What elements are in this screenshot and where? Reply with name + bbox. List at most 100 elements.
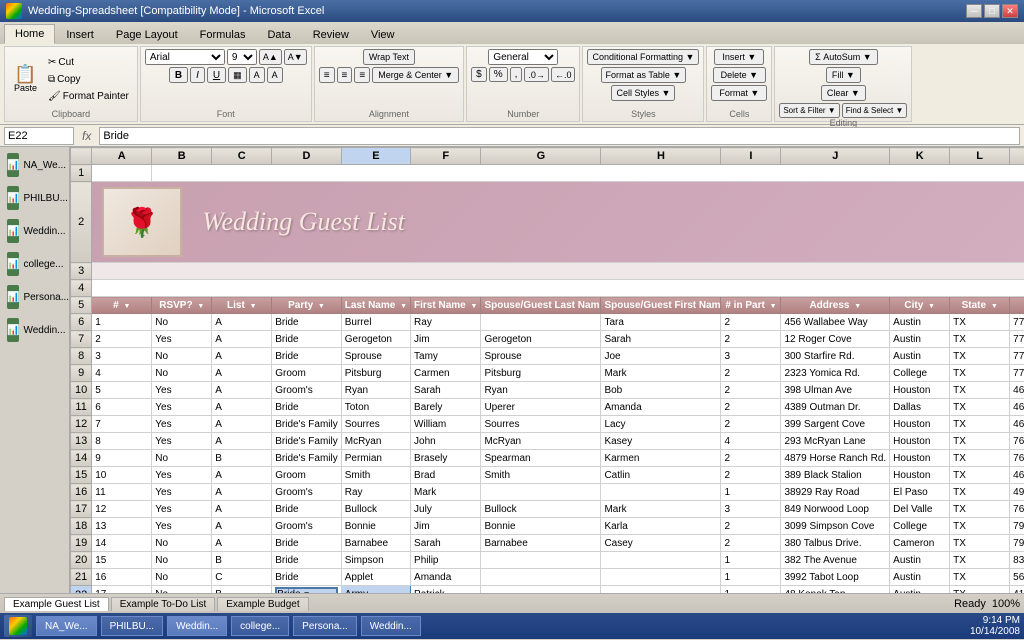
taskbar-item-philbu[interactable]: PHILBU...	[101, 616, 163, 636]
col-header-city[interactable]: City ▼	[890, 297, 950, 314]
col-h[interactable]: H	[601, 148, 721, 165]
percent-button[interactable]: %	[489, 67, 508, 82]
col-m[interactable]: M	[1010, 148, 1024, 165]
filter-arrow-num[interactable]: ▼	[123, 303, 130, 310]
taskbar-item-weddin2[interactable]: Weddin...	[361, 616, 421, 636]
font-name-select[interactable]: Arial	[145, 49, 225, 65]
align-right-button[interactable]: ≡	[354, 67, 370, 83]
border-button[interactable]: ▦	[228, 67, 247, 83]
taskbar-item-persona[interactable]: Persona...	[293, 616, 357, 636]
cell-list[interactable]: A	[212, 314, 272, 331]
format-painter-button[interactable]: 🖌 Format Painter	[44, 89, 133, 104]
decrease-decimal-button[interactable]: ←.0	[551, 67, 576, 82]
cell-first[interactable]: Ray	[411, 314, 481, 331]
cell-party[interactable]: Bride	[272, 314, 341, 331]
copy-button[interactable]: ⧉ Copy	[44, 72, 133, 87]
format-cell-button[interactable]: Format ▼	[711, 85, 767, 101]
cell-city[interactable]: Austin	[890, 314, 950, 331]
filter-arrow-address[interactable]: ▼	[854, 303, 861, 310]
filter-arrow-city[interactable]: ▼	[928, 303, 935, 310]
sidebar-item-nawe[interactable]: 📊 NA_We...	[2, 149, 67, 181]
delete-cell-button[interactable]: Delete ▼	[713, 67, 766, 83]
cell-last[interactable]: Burrel	[341, 314, 410, 331]
find-select-button[interactable]: Find & Select ▼	[842, 103, 908, 118]
tab-data[interactable]: Data	[256, 24, 301, 44]
filter-arrow-party[interactable]: ▼	[318, 303, 325, 310]
number-format-select[interactable]: General	[488, 49, 558, 65]
currency-button[interactable]: $	[471, 67, 487, 82]
increase-decimal-button[interactable]: .0→	[524, 67, 549, 82]
underline-button[interactable]: U	[207, 67, 226, 83]
col-header-rsvp[interactable]: RSVP? ▼	[152, 297, 212, 314]
cell-row3[interactable]	[92, 263, 1024, 280]
tab-budget[interactable]: Example Budget	[217, 597, 308, 611]
cell-zip[interactable]: 77840	[1010, 314, 1024, 331]
tab-guest-list[interactable]: Example Guest List	[4, 597, 109, 611]
col-header-address[interactable]: Address ▼	[781, 297, 890, 314]
paste-button[interactable]: 📋 Paste	[9, 62, 42, 96]
taskbar-item-weddin[interactable]: Weddin...	[167, 616, 227, 636]
cell-b1-wide[interactable]	[152, 165, 1024, 182]
dropdown-cell-e22[interactable]: Bride ▼ Bride Bride's Family Groom Groom…	[272, 586, 341, 594]
clear-button[interactable]: Clear ▼	[821, 85, 866, 101]
col-g[interactable]: G	[481, 148, 601, 165]
tab-insert[interactable]: Insert	[55, 24, 105, 44]
taskbar-item-nawe[interactable]: NA_We...	[36, 616, 97, 636]
col-header-count[interactable]: # in Part ▼	[721, 297, 781, 314]
cell-a1[interactable]	[92, 165, 152, 182]
cut-button[interactable]: ✂ Cut	[44, 55, 133, 70]
col-header-last[interactable]: Last Name ▼	[341, 297, 410, 314]
filter-arrow-first[interactable]: ▼	[471, 303, 478, 310]
col-i[interactable]: I	[721, 148, 781, 165]
italic-button[interactable]: I	[190, 67, 205, 83]
cell-row4[interactable]	[92, 280, 1024, 297]
restore-button[interactable]: □	[984, 4, 1000, 18]
col-header-sfirst[interactable]: Spouse/Guest First Name ▼	[601, 297, 721, 314]
tab-review[interactable]: Review	[302, 24, 360, 44]
col-c[interactable]: C	[212, 148, 272, 165]
sidebar-item-persona[interactable]: 📊 Persona...	[2, 281, 67, 313]
col-header-list[interactable]: List ▼	[212, 297, 272, 314]
col-l[interactable]: L	[950, 148, 1010, 165]
col-header-state[interactable]: State ▼	[950, 297, 1010, 314]
cell-num[interactable]: 1	[92, 314, 152, 331]
merge-center-button[interactable]: Merge & Center ▼	[372, 67, 459, 83]
tab-view[interactable]: View	[360, 24, 406, 44]
bold-button[interactable]: B	[169, 67, 188, 83]
font-color-button[interactable]: A	[267, 67, 283, 83]
decrease-font-button[interactable]: A▼	[284, 49, 307, 65]
taskbar-item-college[interactable]: college...	[231, 616, 289, 636]
cell-state[interactable]: TX	[950, 314, 1010, 331]
filter-arrow-rsvp[interactable]: ▼	[197, 303, 204, 310]
align-left-button[interactable]: ≡	[319, 67, 335, 83]
align-center-button[interactable]: ≡	[337, 67, 353, 83]
col-b[interactable]: B	[152, 148, 212, 165]
fill-button[interactable]: Fill ▼	[826, 67, 861, 83]
tab-todo-list[interactable]: Example To-Do List	[111, 597, 216, 611]
col-f[interactable]: F	[411, 148, 481, 165]
col-j[interactable]: J	[781, 148, 890, 165]
col-a[interactable]: A	[92, 148, 152, 165]
cell-styles-button[interactable]: Cell Styles ▼	[611, 85, 675, 101]
cell-name-box[interactable]	[4, 127, 74, 145]
conditional-formatting-button[interactable]: Conditional Formatting ▼	[587, 49, 699, 65]
font-size-select[interactable]: 9	[227, 49, 257, 65]
filter-arrow-last[interactable]: ▼	[400, 303, 407, 310]
start-button[interactable]	[4, 615, 32, 637]
close-button[interactable]: ✕	[1002, 4, 1018, 18]
sidebar-item-weddin1[interactable]: 📊 Weddin...	[2, 215, 67, 247]
filter-arrow-count[interactable]: ▼	[770, 303, 777, 310]
cell-count[interactable]: 2	[721, 314, 781, 331]
col-header-first[interactable]: First Name ▼	[411, 297, 481, 314]
fill-color-button[interactable]: A	[249, 67, 265, 83]
col-d[interactable]: D	[272, 148, 341, 165]
tab-formulas[interactable]: Formulas	[189, 24, 257, 44]
formula-input[interactable]	[99, 127, 1020, 145]
cell-sfirst[interactable]: Tara	[601, 314, 721, 331]
filter-arrow-state[interactable]: ▼	[991, 303, 998, 310]
col-header-party[interactable]: Party ▼	[272, 297, 341, 314]
insert-cell-button[interactable]: Insert ▼	[714, 49, 764, 65]
sort-filter-button[interactable]: Sort & Filter ▼	[779, 103, 839, 118]
col-header-num[interactable]: # ▼	[92, 297, 152, 314]
col-k[interactable]: K	[890, 148, 950, 165]
